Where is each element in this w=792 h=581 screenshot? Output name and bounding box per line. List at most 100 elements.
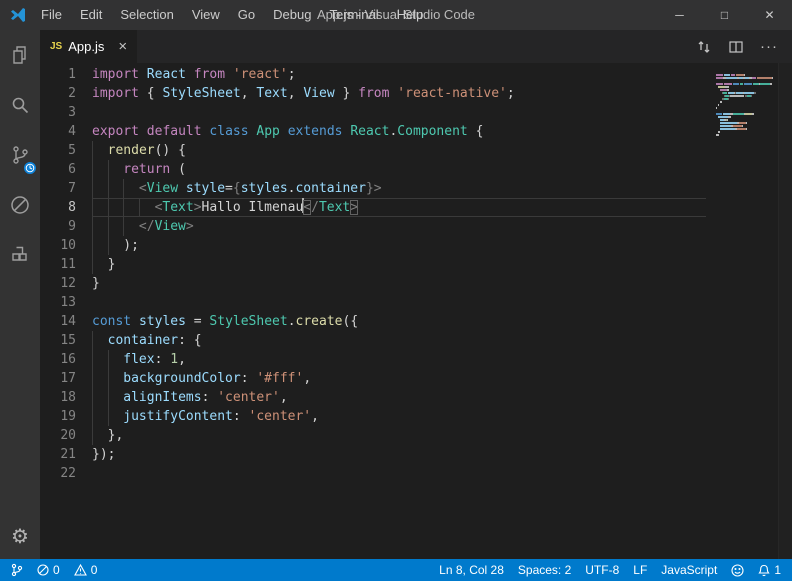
line-number[interactable]: 3: [40, 103, 92, 122]
search-icon[interactable]: [0, 80, 40, 130]
sync-changes-icon[interactable]: [696, 39, 712, 55]
warning-icon: [74, 564, 87, 576]
code-line-11[interactable]: 11 }: [40, 255, 792, 274]
code-line-4[interactable]: 4export default class App extends React.…: [40, 122, 792, 141]
minimap[interactable]: [716, 67, 776, 133]
close-window-button[interactable]: ✕: [747, 0, 792, 30]
editor-lines: 1import React from 'react';2import { Sty…: [40, 65, 792, 483]
notifications[interactable]: 1: [751, 559, 788, 581]
code-line-5[interactable]: 5 render() {: [40, 141, 792, 160]
cursor-position[interactable]: Ln 8, Col 28: [432, 559, 511, 581]
menu-terminal[interactable]: Terminal: [320, 0, 387, 30]
warning-count[interactable]: 0: [67, 559, 105, 581]
split-editor-icon[interactable]: [728, 39, 744, 55]
line-number[interactable]: 13: [40, 293, 92, 312]
language-mode[interactable]: JavaScript: [654, 559, 724, 581]
code-line-14[interactable]: 14const styles = StyleSheet.create({: [40, 312, 792, 331]
line-number[interactable]: 21: [40, 445, 92, 464]
line-content: import { StyleSheet, Text, View } from '…: [92, 84, 706, 103]
debug-icon[interactable]: [0, 180, 40, 230]
line-content: }: [92, 255, 706, 274]
indent-guide: [92, 198, 108, 217]
status-bar: 0 0 Ln 8, Col 28 Spaces: 2 UTF-8 LF Java…: [0, 559, 792, 581]
menu-file[interactable]: File: [32, 0, 71, 30]
menu-debug[interactable]: Debug: [264, 0, 320, 30]
line-number[interactable]: 1: [40, 65, 92, 84]
maximize-button[interactable]: □: [702, 0, 747, 30]
code-line-6[interactable]: 6 return (: [40, 160, 792, 179]
git-branch-indicator[interactable]: [4, 559, 30, 581]
code-line-21[interactable]: 21});: [40, 445, 792, 464]
menu-edit[interactable]: Edit: [71, 0, 111, 30]
code-line-17[interactable]: 17 backgroundColor: '#fff',: [40, 369, 792, 388]
menu-view[interactable]: View: [183, 0, 229, 30]
window-controls: ─ □ ✕: [657, 0, 792, 30]
code-line-15[interactable]: 15 container: {: [40, 331, 792, 350]
indent-guide: [108, 198, 124, 217]
extensions-icon[interactable]: [0, 230, 40, 280]
line-number[interactable]: 22: [40, 464, 92, 483]
line-number[interactable]: 6: [40, 160, 92, 179]
menu-go[interactable]: Go: [229, 0, 264, 30]
close-tab-icon[interactable]: ×: [118, 38, 127, 55]
indentation-setting[interactable]: Spaces: 2: [511, 559, 578, 581]
line-number[interactable]: 10: [40, 236, 92, 255]
minimize-button[interactable]: ─: [657, 0, 702, 30]
vertical-scrollbar[interactable]: [778, 63, 792, 559]
line-content: alignItems: 'center',: [92, 388, 706, 407]
menu-selection[interactable]: Selection: [111, 0, 182, 30]
menu-help[interactable]: Help: [388, 0, 433, 30]
code-line-9[interactable]: 9 </View>: [40, 217, 792, 236]
code-line-1[interactable]: 1import React from 'react';: [40, 65, 792, 84]
minimap-line: [716, 88, 776, 90]
line-content: );: [92, 236, 706, 255]
tab-appjs[interactable]: JS App.js ×: [40, 30, 137, 63]
indent-guide: [108, 388, 124, 407]
code-line-12[interactable]: 12}: [40, 274, 792, 293]
code-line-2[interactable]: 2import { StyleSheet, Text, View } from …: [40, 84, 792, 103]
code-line-13[interactable]: 13: [40, 293, 792, 312]
line-number[interactable]: 17: [40, 369, 92, 388]
line-content: <Text>Hallo Ilmenau</Text>: [92, 198, 706, 217]
code-line-18[interactable]: 18 alignItems: 'center',: [40, 388, 792, 407]
eol-setting[interactable]: LF: [626, 559, 654, 581]
indent-guide: [123, 217, 139, 236]
more-actions-icon[interactable]: ···: [760, 38, 778, 55]
encoding-setting[interactable]: UTF-8: [578, 559, 626, 581]
line-number[interactable]: 12: [40, 274, 92, 293]
minimap-line: [716, 121, 776, 123]
line-content: });: [92, 445, 706, 464]
code-line-22[interactable]: 22: [40, 464, 792, 483]
line-number[interactable]: 16: [40, 350, 92, 369]
indent-guide: [108, 350, 124, 369]
line-number[interactable]: 7: [40, 179, 92, 198]
line-number[interactable]: 15: [40, 331, 92, 350]
line-number[interactable]: 8: [40, 198, 92, 217]
line-number[interactable]: 2: [40, 84, 92, 103]
line-number[interactable]: 20: [40, 426, 92, 445]
line-number[interactable]: 5: [40, 141, 92, 160]
code-line-10[interactable]: 10 );: [40, 236, 792, 255]
code-line-16[interactable]: 16 flex: 1,: [40, 350, 792, 369]
line-content: justifyContent: 'center',: [92, 407, 706, 426]
line-number[interactable]: 14: [40, 312, 92, 331]
explorer-icon[interactable]: [0, 30, 40, 80]
minimap-line: [716, 130, 776, 132]
bracket-match: <: [303, 200, 311, 215]
code-line-20[interactable]: 20 },: [40, 426, 792, 445]
line-number[interactable]: 19: [40, 407, 92, 426]
line-number[interactable]: 18: [40, 388, 92, 407]
line-number[interactable]: 9: [40, 217, 92, 236]
feedback-smiley[interactable]: [724, 559, 751, 581]
settings-gear-icon[interactable]: ⚙: [0, 513, 40, 559]
code-line-19[interactable]: 19 justifyContent: 'center',: [40, 407, 792, 426]
line-content: [92, 103, 706, 122]
code-line-7[interactable]: 7 <View style={styles.container}>: [40, 179, 792, 198]
line-number[interactable]: 4: [40, 122, 92, 141]
source-control-icon[interactable]: [0, 130, 40, 180]
error-count[interactable]: 0: [30, 559, 67, 581]
line-number[interactable]: 11: [40, 255, 92, 274]
code-line-3[interactable]: 3: [40, 103, 792, 122]
minimap-line: [716, 106, 776, 108]
code-line-8[interactable]: 8 <Text>Hallo Ilmenau</Text>: [40, 198, 792, 217]
